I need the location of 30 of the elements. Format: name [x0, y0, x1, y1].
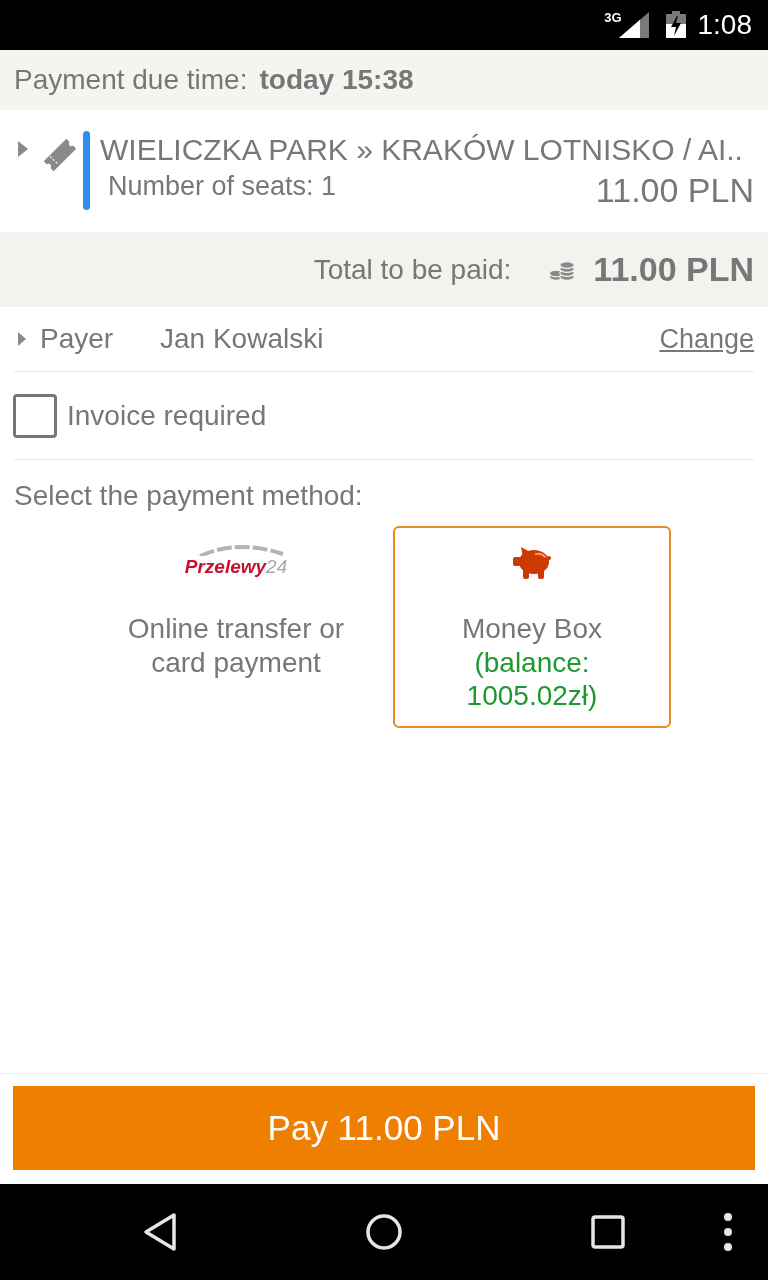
ticket-icon [42, 137, 78, 173]
total-amount: 11.00 PLN [593, 250, 754, 289]
battery-icon [665, 11, 686, 38]
recents-icon[interactable] [591, 1215, 625, 1249]
payer-label: Payer [40, 323, 115, 355]
payment-option-card[interactable]: Przelewy24 Online transfer or card payment [97, 526, 375, 728]
seats-label: Number of seats: 1 [108, 170, 337, 203]
invoice-label: Invoice required [67, 399, 267, 432]
caret-icon[interactable] [18, 332, 26, 346]
option-label: Money Box [461, 612, 603, 646]
logo-text: Przelewy24 [184, 556, 288, 578]
pay-button[interactable]: Pay 11.00 PLN [13, 1086, 755, 1170]
home-icon[interactable] [366, 1214, 402, 1250]
option-label: Online transfer or card payment [126, 612, 346, 680]
route-title: WIELICZKA PARK » KRAKÓW LOTNISKO / AI.. [100, 132, 743, 168]
caret-icon[interactable] [18, 141, 28, 157]
payment-method-title: Select the payment method: [13, 479, 364, 513]
due-time-label: Payment due time: [14, 64, 248, 96]
payment-option-card[interactable]: Money Box (balance: 1005.02zł) [393, 526, 671, 728]
clock-time: 1:08 [697, 8, 752, 42]
total-label: Total to be paid: [313, 253, 512, 286]
menu-icon[interactable] [723, 1212, 733, 1252]
balance-label: (balance: 1005.02zł) [465, 646, 599, 712]
invoice-checkbox[interactable] [13, 393, 57, 438]
back-icon[interactable] [142, 1212, 178, 1252]
network-type-label: 3G [604, 11, 622, 24]
payer-name: Jan Kowalski [160, 323, 325, 355]
trip-price: 11.00 PLN [595, 170, 754, 211]
change-link[interactable]: Change [659, 323, 754, 355]
due-time-value: today 15:38 [259, 64, 414, 96]
